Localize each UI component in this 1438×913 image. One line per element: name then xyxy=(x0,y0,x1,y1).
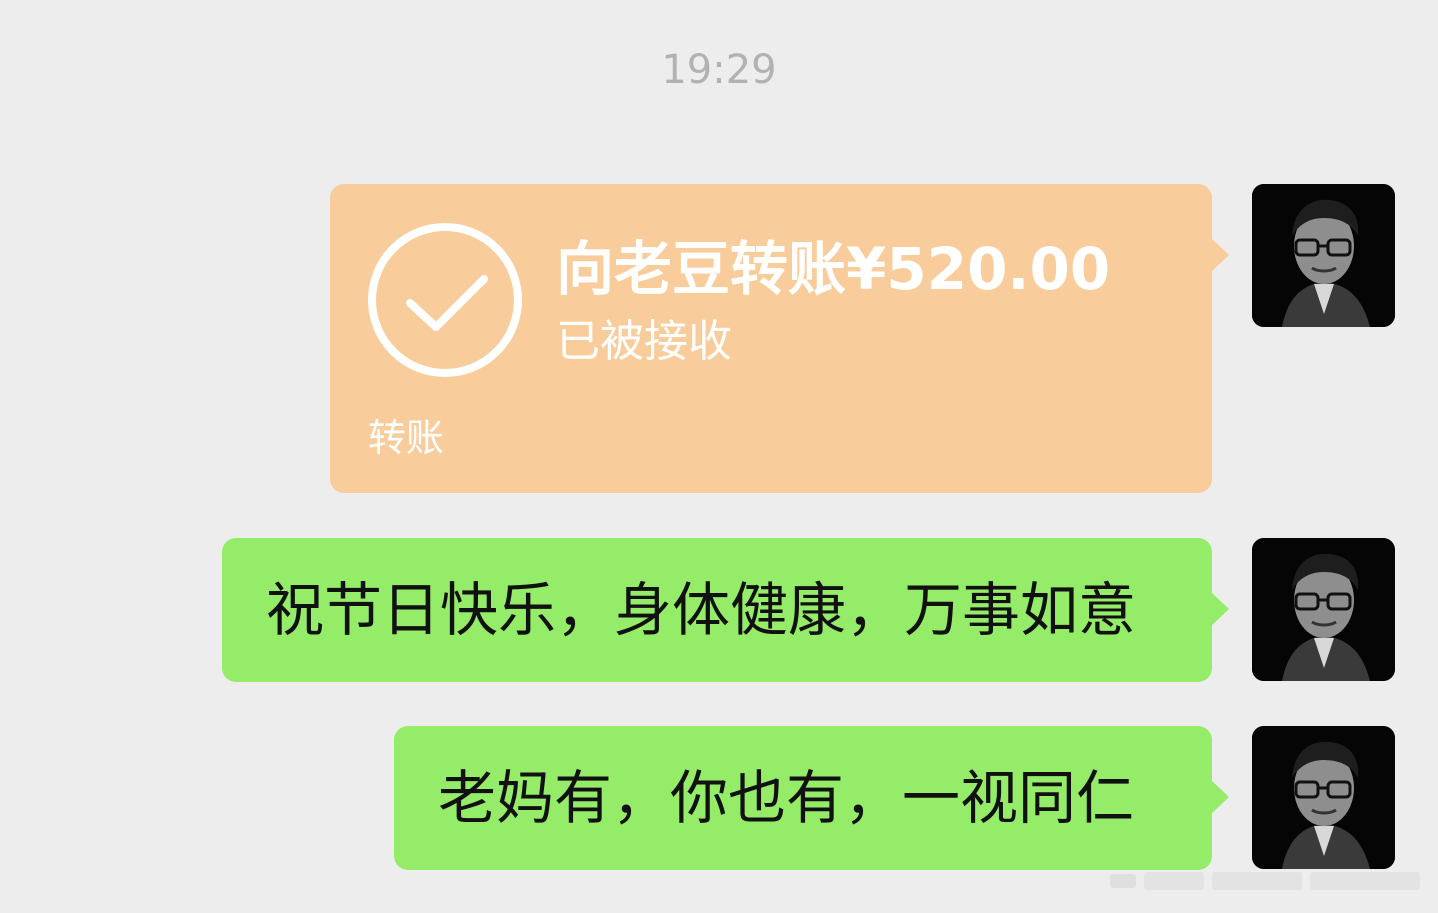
sender-avatar[interactable] xyxy=(1252,184,1395,327)
message-bubble[interactable]: 老妈有，你也有，一视同仁 xyxy=(394,726,1229,870)
transfer-status: 已被接收 xyxy=(556,316,732,367)
message-bubble[interactable]: 祝节日快乐，身体健康，万事如意 xyxy=(222,538,1229,682)
message-timestamp: 19:29 xyxy=(661,47,777,93)
avatar-image xyxy=(1252,726,1395,869)
transfer-label: 转账 xyxy=(368,416,445,460)
avatar-image xyxy=(1252,184,1395,327)
avatar-image xyxy=(1252,538,1395,681)
sender-avatar[interactable] xyxy=(1252,538,1395,681)
transfer-card[interactable]: 向老豆转账¥520.00 已被接收 转账 xyxy=(330,184,1229,493)
transfer-amount-title: 向老豆转账¥520.00 xyxy=(556,235,1111,303)
sender-avatar[interactable] xyxy=(1252,726,1395,869)
check-circle-icon xyxy=(368,223,522,377)
watermark xyxy=(1110,872,1420,890)
